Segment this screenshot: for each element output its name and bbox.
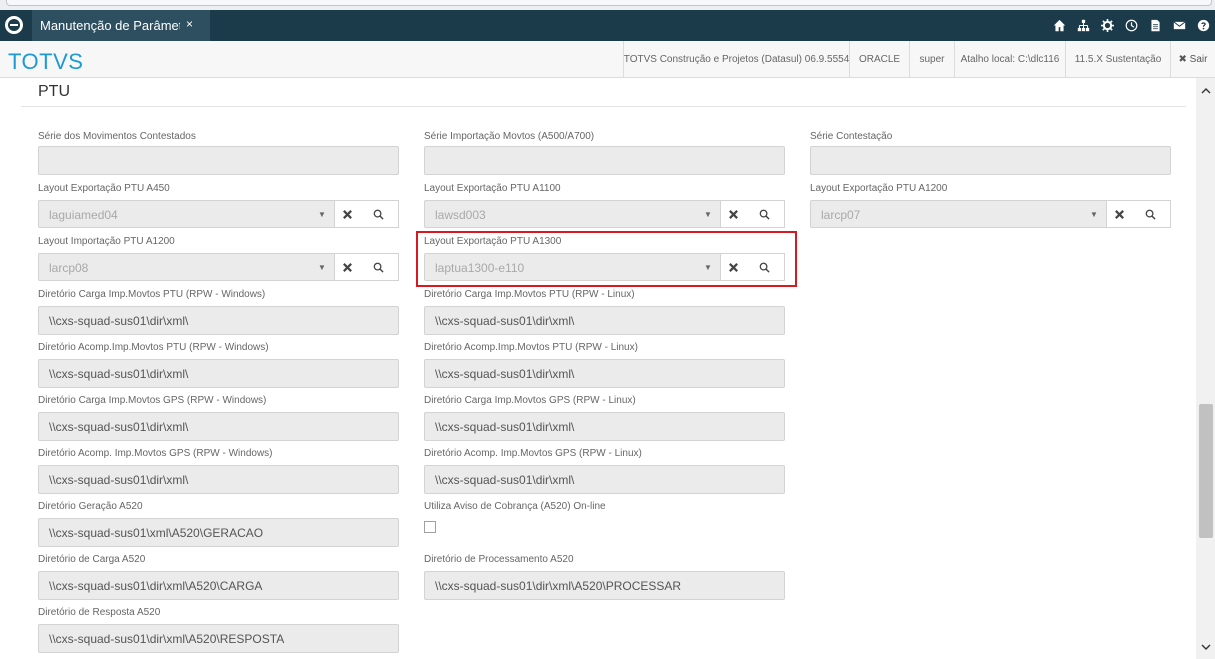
serie-contestacao-label: Série Contestação <box>810 131 893 142</box>
top-bar: Manutenção de Parâmetros × <box>0 10 1215 41</box>
dir-acomp-gps-win-label: Diretório Acomp. Imp.Movtos GPS (RPW - W… <box>38 448 273 459</box>
browser-frame-inner <box>6 0 1212 6</box>
aviso-cobranca-a520-label: Utiliza Aviso de Cobrança (A520) On-line <box>424 501 606 512</box>
section-divider <box>21 106 1186 107</box>
dir-acomp-gps-linux-label: Diretório Acomp. Imp.Movtos GPS (RPW - L… <box>424 448 642 459</box>
dir-acomp-gps-win-field[interactable]: \\cxs-squad-sus01\dir\xml\ <box>38 465 399 494</box>
dir-acomp-gps-linux-field[interactable]: \\cxs-squad-sus01\dir\xml\ <box>424 465 785 494</box>
clear-icon[interactable] <box>720 200 746 228</box>
dir-carga-ptu-win-label: Diretório Carga Imp.Movtos PTU (RPW - Wi… <box>38 289 266 300</box>
clear-icon[interactable] <box>334 200 360 228</box>
dir-acomp-ptu-linux-label: Diretório Acomp.Imp.Movtos PTU (RPW - Li… <box>424 342 638 353</box>
scroll-down-icon[interactable] <box>1196 638 1215 656</box>
help-icon[interactable] <box>1191 10 1215 41</box>
layout-exp-a1200-lookup[interactable]: larcp07 ▼ <box>810 200 1171 228</box>
company-info: TOTVS Construção e Projetos (Datasul) 06… <box>623 41 849 78</box>
shortcut-info: Atalho local: C:\dlc116 <box>954 41 1065 78</box>
search-icon[interactable] <box>745 200 785 228</box>
dir-geracao-a520-label: Diretório Geração A520 <box>38 501 143 512</box>
clear-icon[interactable] <box>334 253 360 281</box>
app-logo-icon[interactable] <box>5 16 23 34</box>
program-tab[interactable]: Manutenção de Parâmetros × <box>32 10 210 41</box>
dir-resposta-a520-field[interactable]: \\cxs-squad-sus01\dir\xml\A520\RESPOSTA <box>38 624 399 653</box>
dir-carga-a520-label: Diretório de Carga A520 <box>38 554 146 565</box>
sitemap-icon[interactable] <box>1071 10 1095 41</box>
exit-button[interactable]: ✖ Sair <box>1170 41 1215 78</box>
vertical-scrollbar[interactable] <box>1196 78 1215 659</box>
tab-title: Manutenção de Parâmetros <box>40 18 180 33</box>
clear-icon[interactable] <box>1106 200 1132 228</box>
serie-mov-contestados-field[interactable] <box>38 146 399 175</box>
dir-carga-gps-win-field[interactable]: \\cxs-squad-sus01\dir\xml\ <box>38 412 399 441</box>
dir-carga-gps-linux-label: Diretório Carga Imp.Movtos GPS (RPW - Li… <box>424 395 636 406</box>
scroll-up-icon[interactable] <box>1196 82 1215 100</box>
document-icon[interactable] <box>1143 10 1167 41</box>
dir-carga-ptu-win-field[interactable]: \\cxs-squad-sus01\dir\xml\ <box>38 306 399 335</box>
search-icon[interactable] <box>1131 200 1171 228</box>
layout-exp-a1100-lookup[interactable]: lawsd003 ▼ <box>424 200 785 228</box>
dir-carga-ptu-linux-field[interactable]: \\cxs-squad-sus01\dir\xml\ <box>424 306 785 335</box>
dir-acomp-ptu-win-field[interactable]: \\cxs-squad-sus01\dir\xml\ <box>38 359 399 388</box>
tab-close-button[interactable]: × <box>186 17 193 31</box>
serie-contestacao-field[interactable] <box>810 146 1171 175</box>
layout-imp-a1200-lookup[interactable]: larcp08 ▼ <box>38 253 399 281</box>
layout-exp-a1200-value: larcp07 <box>821 208 861 222</box>
dir-carga-ptu-linux-label: Diretório Carga Imp.Movtos PTU (RPW - Li… <box>424 289 635 300</box>
dropdown-arrow-icon[interactable]: ▼ <box>310 254 334 280</box>
dir-processamento-a520-label: Diretório de Processamento A520 <box>424 554 574 565</box>
search-icon[interactable] <box>359 200 399 228</box>
user-info: super <box>909 41 954 78</box>
search-icon[interactable] <box>359 253 399 281</box>
serie-mov-contestados-label: Série dos Movimentos Contestados <box>38 131 196 142</box>
serie-import-movtos-field[interactable] <box>424 146 785 175</box>
database-info: ORACLE <box>849 41 909 78</box>
layout-exp-a450-value: laguiamed04 <box>49 208 118 222</box>
layout-exp-a1100-label: Layout Exportação PTU A1100 <box>424 183 561 194</box>
aviso-cobranca-a520-checkbox[interactable] <box>424 521 436 533</box>
section-title: PTU <box>38 83 70 100</box>
dir-carga-a520-field[interactable]: \\cxs-squad-sus01\dir\xml\A520\CARGA <box>38 571 399 600</box>
dir-carga-gps-linux-field[interactable]: \\cxs-squad-sus01\dir\xml\ <box>424 412 785 441</box>
dir-resposta-a520-label: Diretório de Resposta A520 <box>38 607 161 618</box>
scrollbar-thumb[interactable] <box>1199 404 1213 538</box>
browser-frame-top <box>0 0 1215 10</box>
version-info: 11.5.X Sustentação <box>1065 41 1170 78</box>
brand-logo: TOTVS <box>8 49 84 74</box>
dropdown-arrow-icon[interactable]: ▼ <box>1082 201 1106 227</box>
header-bar: TOTVS TOTVS Construção e Projetos (Datas… <box>0 41 1215 78</box>
dir-acomp-ptu-linux-field[interactable]: \\cxs-squad-sus01\dir\xml\ <box>424 359 785 388</box>
layout-exp-a1200-label: Layout Exportação PTU A1200 <box>810 183 948 194</box>
settings-icon[interactable] <box>1095 10 1119 41</box>
layout-exp-a450-lookup[interactable]: laguiamed04 ▼ <box>38 200 399 228</box>
dropdown-arrow-icon[interactable]: ▼ <box>696 201 720 227</box>
dir-processamento-a520-field[interactable]: \\cxs-squad-sus01\dir\xml\A520\PROCESSAR <box>424 571 785 600</box>
dir-carga-gps-win-label: Diretório Carga Imp.Movtos GPS (RPW - Wi… <box>38 395 267 406</box>
mail-icon[interactable] <box>1167 10 1191 41</box>
layout-exp-a450-label: Layout Exportação PTU A450 <box>38 183 170 194</box>
home-icon[interactable] <box>1047 10 1071 41</box>
clock-icon[interactable] <box>1119 10 1143 41</box>
highlight-box <box>416 231 797 287</box>
dir-acomp-ptu-win-label: Diretório Acomp.Imp.Movtos PTU (RPW - Wi… <box>38 342 269 353</box>
layout-exp-a1100-value: lawsd003 <box>435 208 486 222</box>
dropdown-arrow-icon[interactable]: ▼ <box>310 201 334 227</box>
layout-imp-a1200-label: Layout Importação PTU A1200 <box>38 236 175 247</box>
serie-import-movtos-label: Série Importação Movtos (A500/A700) <box>424 131 595 142</box>
layout-imp-a1200-value: larcp08 <box>49 261 89 275</box>
dir-geracao-a520-field[interactable]: \\cxs-squad-sus01\xml\A520\GERACAO <box>38 518 399 547</box>
top-icon-bar <box>1047 10 1215 41</box>
